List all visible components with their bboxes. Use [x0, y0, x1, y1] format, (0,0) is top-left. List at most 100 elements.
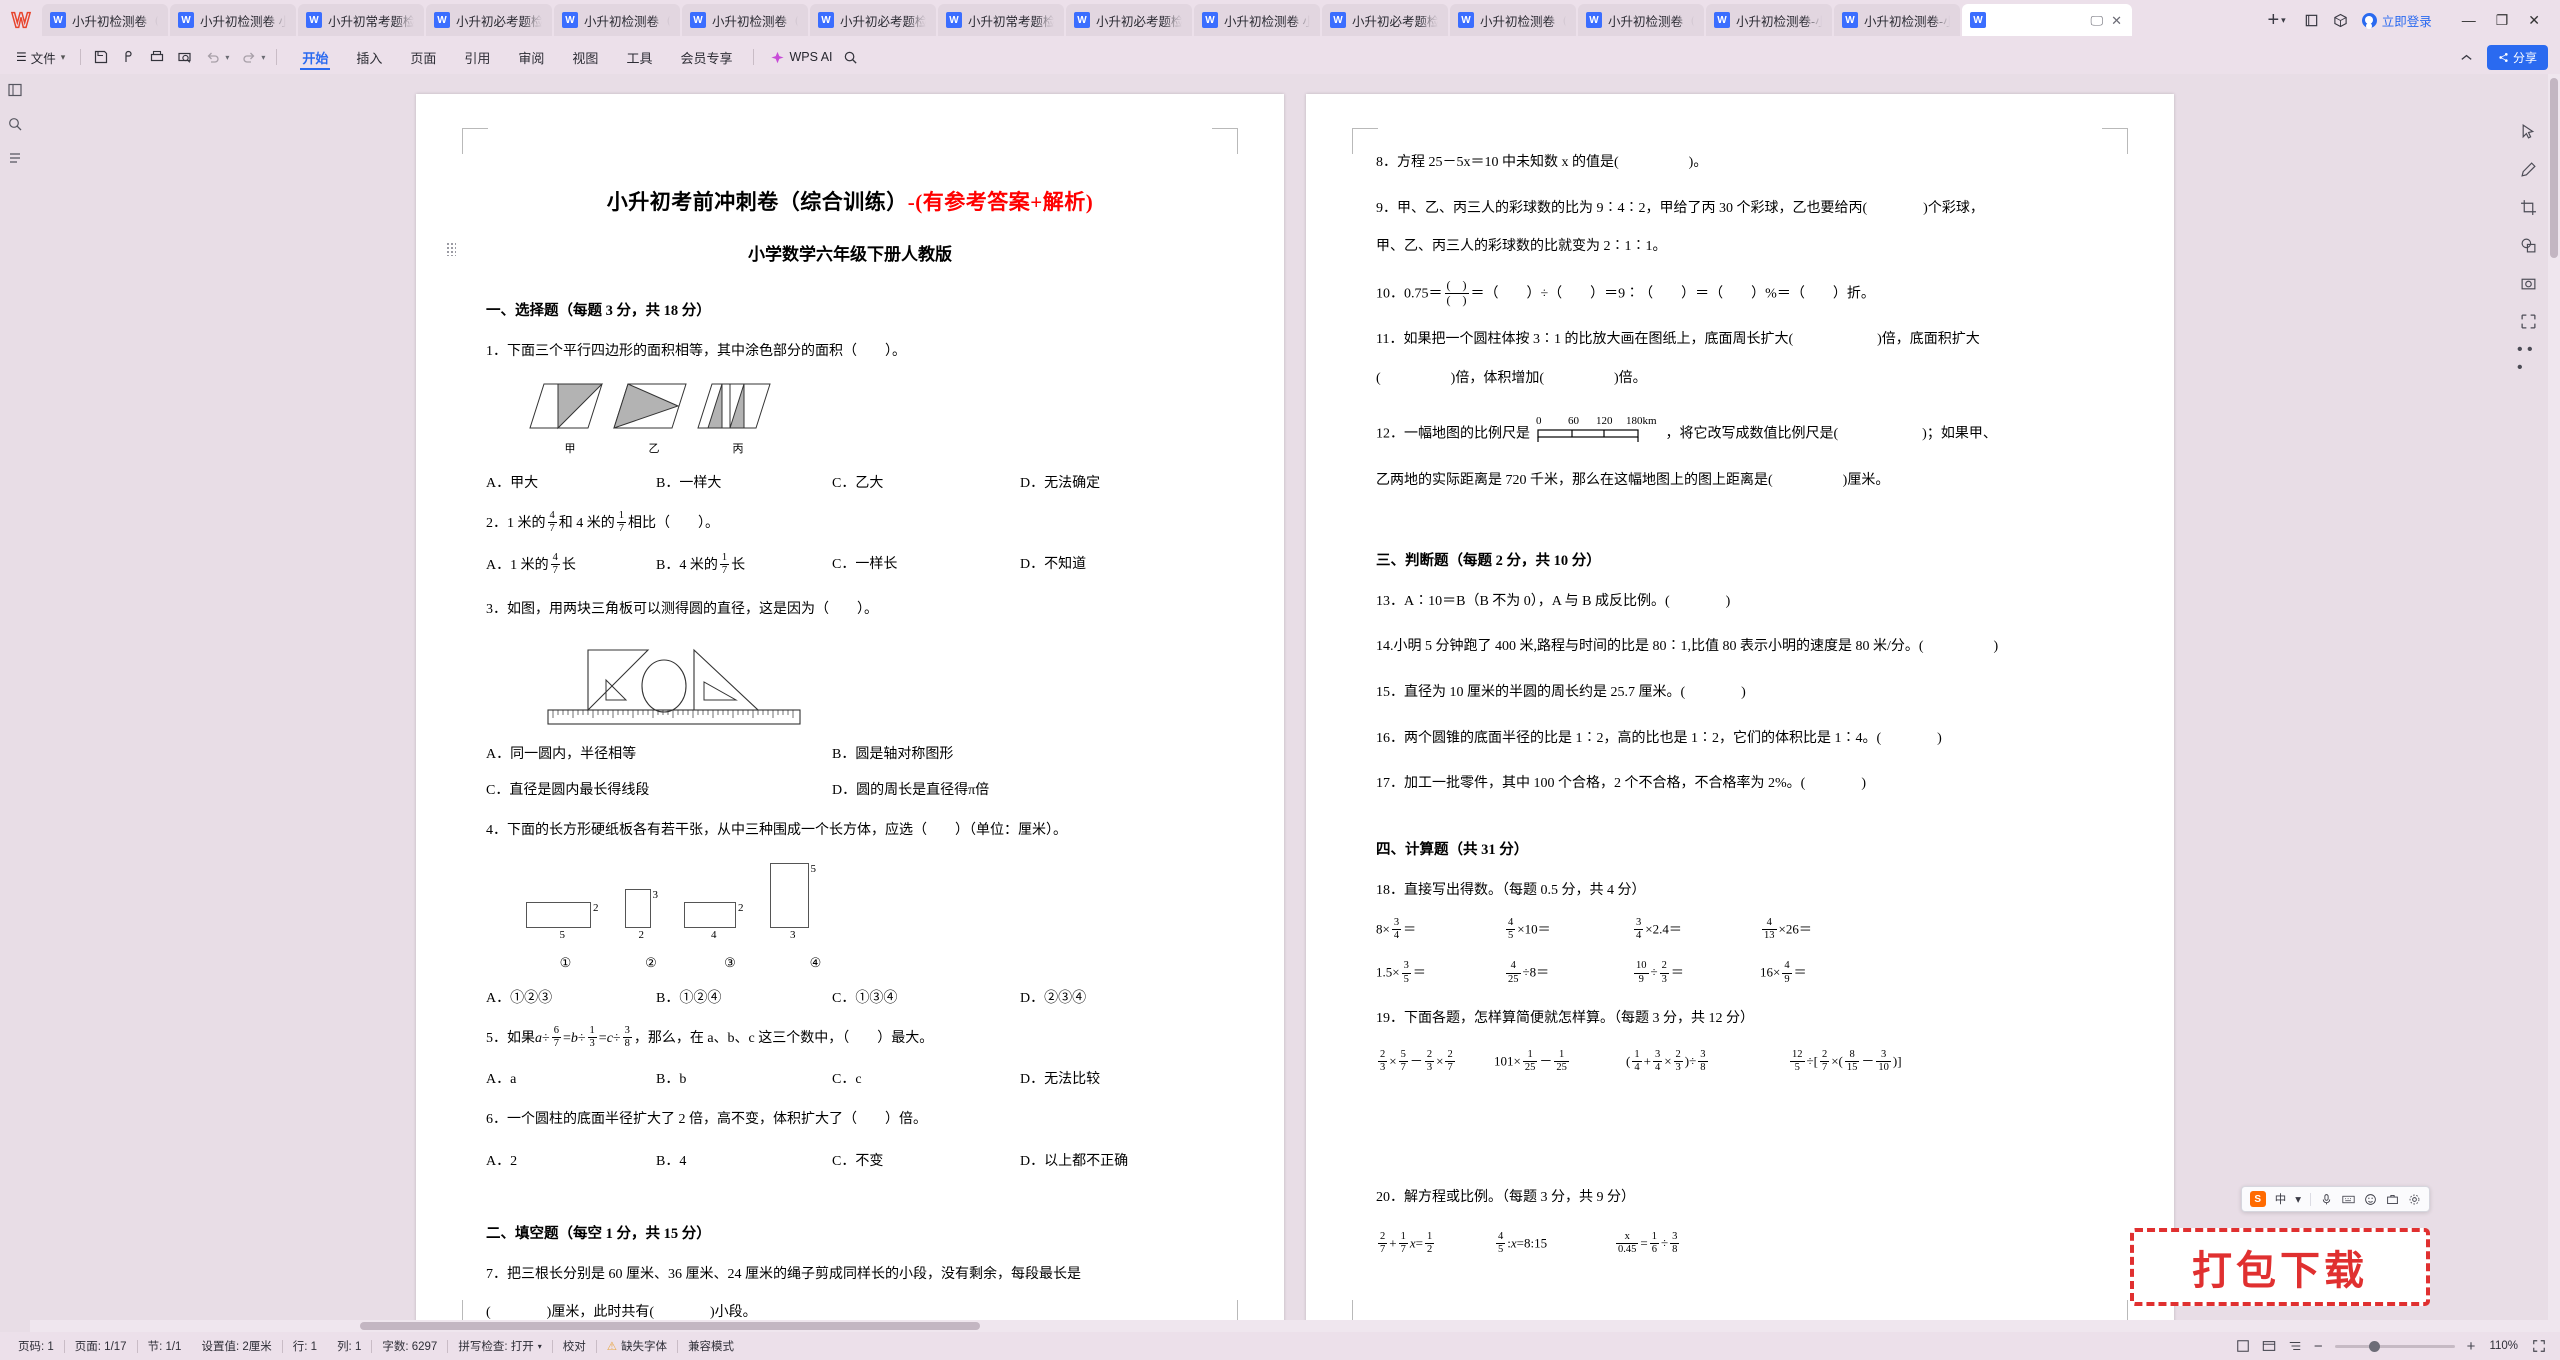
- option-c[interactable]: C．乙大: [832, 472, 1020, 492]
- document-tab[interactable]: W 🖵 ✕: [1962, 4, 2132, 36]
- tab-list-icon[interactable]: [2304, 13, 2319, 28]
- ribbon-tab-list[interactable]: 开始 插入 页面 引用 审阅 视图 工具 会员专享: [288, 42, 746, 72]
- document-tab[interactable]: W小升初检测卷（6🖵✕: [1450, 4, 1576, 36]
- document-tab[interactable]: W小升初检测卷（6🖵✕: [42, 4, 168, 36]
- status-missing-font[interactable]: ⚠ 缺失字体: [597, 1338, 677, 1354]
- option-d[interactable]: D．无法确定: [1020, 472, 1100, 492]
- ribbon-tab-2[interactable]: 页面: [396, 42, 450, 72]
- document-page-right[interactable]: 8．方程 25－5x＝10 中未知数 x 的值是( )。 9．甲、乙、丙三人的彩…: [1306, 94, 2174, 1332]
- present-icon[interactable]: 🖵: [2091, 14, 2104, 27]
- option-d[interactable]: D．不知道: [1020, 553, 1086, 578]
- document-tab[interactable]: W小升初常考题检测🖵✕: [298, 4, 424, 36]
- option-a[interactable]: A．同一圆内，半径相等: [486, 743, 832, 763]
- scrollbar-thumb[interactable]: [2550, 78, 2558, 258]
- redo-icon[interactable]: [240, 49, 257, 66]
- wps-ai-button[interactable]: WPS AI: [761, 50, 833, 64]
- close-tab-icon[interactable]: ✕: [2111, 14, 2122, 27]
- find-icon[interactable]: [5, 114, 25, 134]
- maximize-button[interactable]: ❐: [2496, 13, 2509, 27]
- ime-mode-label[interactable]: 中: [2275, 1191, 2287, 1207]
- print-preview-icon[interactable]: [176, 49, 193, 66]
- settings-icon[interactable]: [2408, 1193, 2421, 1206]
- mic-icon[interactable]: [2320, 1193, 2333, 1206]
- document-tab[interactable]: W小升初检测卷 小🖵✕: [1194, 4, 1320, 36]
- emoji-icon[interactable]: [2364, 1193, 2377, 1206]
- ribbon-tab-7[interactable]: 会员专享: [666, 42, 746, 72]
- save-icon[interactable]: [92, 49, 109, 66]
- fullscreen-icon[interactable]: [2532, 1339, 2546, 1353]
- scrollbar-thumb[interactable]: [360, 1322, 980, 1330]
- option-b[interactable]: B．一样大: [656, 472, 832, 492]
- vertical-scrollbar[interactable]: [2548, 74, 2560, 1332]
- close-button[interactable]: ✕: [2528, 13, 2540, 27]
- option-b[interactable]: B．①②④: [656, 987, 832, 1007]
- option-a[interactable]: A．①②③: [486, 987, 656, 1007]
- screenshot-icon[interactable]: [2517, 272, 2539, 294]
- toolbox-icon[interactable]: [2386, 1193, 2399, 1206]
- zoom-level-label[interactable]: 110%: [2487, 1340, 2520, 1352]
- save-as-icon[interactable]: [120, 49, 137, 66]
- option-a[interactable]: A．2: [486, 1150, 656, 1170]
- option-b[interactable]: B．b: [656, 1068, 832, 1088]
- option-d[interactable]: D．无法比较: [1020, 1068, 1100, 1088]
- share-button[interactable]: 分享: [2486, 44, 2548, 70]
- option-d[interactable]: D．圆的周长是直径得π倍: [832, 779, 989, 799]
- undo-icon[interactable]: [204, 49, 221, 66]
- keyboard-icon[interactable]: [2342, 1193, 2355, 1206]
- file-menu-button[interactable]: ☰ 文件 ▾: [8, 48, 73, 67]
- option-a[interactable]: A．甲大: [486, 472, 656, 492]
- pointer-icon[interactable]: [2517, 120, 2539, 142]
- ribbon-tab-0[interactable]: 开始: [288, 42, 342, 72]
- document-tab[interactable]: W小升初检测卷-小🖵✕: [1834, 4, 1960, 36]
- option-c[interactable]: C．c: [832, 1068, 1020, 1088]
- ribbon-tab-6[interactable]: 工具: [612, 42, 666, 72]
- redo-dropdown-icon[interactable]: ▾: [261, 53, 265, 62]
- web-view-icon[interactable]: [2262, 1339, 2276, 1353]
- pen-icon[interactable]: [2517, 158, 2539, 180]
- zoom-slider[interactable]: [2334, 1340, 2455, 1352]
- ribbon-tab-5[interactable]: 视图: [558, 42, 612, 72]
- document-tab[interactable]: W小升初必考题检测🖵✕: [1322, 4, 1448, 36]
- ribbon-tab-4[interactable]: 审阅: [504, 42, 558, 72]
- ime-chevron-icon[interactable]: ▾: [2295, 1192, 2301, 1206]
- search-icon[interactable]: [833, 50, 868, 65]
- horizontal-scrollbar[interactable]: [30, 1320, 2548, 1332]
- catalog-icon[interactable]: [5, 148, 25, 168]
- status-spellcheck[interactable]: 拼写检查: 打开 ▾: [448, 1338, 551, 1354]
- document-tab[interactable]: W小升初检测卷（6🖵✕: [1578, 4, 1704, 36]
- document-tab[interactable]: W小升初常考题检测🖵✕: [938, 4, 1064, 36]
- document-tab[interactable]: W小升初检测卷-小🖵✕: [1706, 4, 1832, 36]
- document-tab[interactable]: W小升初检测卷 小🖵✕: [170, 4, 296, 36]
- undo-dropdown-icon[interactable]: ▾: [225, 53, 229, 62]
- option-c[interactable]: C．直径是圆内最长得线段: [486, 779, 832, 799]
- zoom-in-button[interactable]: +: [2467, 1338, 2476, 1355]
- status-word-count[interactable]: 字数: 6297: [372, 1338, 447, 1354]
- option-b[interactable]: B．4 米的 1 7 长: [656, 552, 832, 578]
- option-b[interactable]: B．4: [656, 1150, 832, 1170]
- option-c[interactable]: C．不变: [832, 1150, 1020, 1170]
- option-d[interactable]: D．②③④: [1020, 987, 1086, 1007]
- status-compat-mode[interactable]: 兼容模式: [678, 1338, 744, 1354]
- option-a[interactable]: A．a: [486, 1068, 656, 1088]
- document-tab[interactable]: W小升初检测卷（6🖵✕: [554, 4, 680, 36]
- option-c[interactable]: C．一样长: [832, 553, 1020, 578]
- document-tab[interactable]: W小升初必考题检测🖵✕: [810, 4, 936, 36]
- option-d[interactable]: D．以上都不正确: [1020, 1150, 1128, 1170]
- status-proofread[interactable]: 校对: [553, 1338, 596, 1354]
- ribbon-tab-3[interactable]: 引用: [450, 42, 504, 72]
- document-tab[interactable]: W小升初必考题检测🖵✕: [1066, 4, 1192, 36]
- option-c[interactable]: C．①③④: [832, 987, 1020, 1007]
- zoom-out-button[interactable]: −: [2314, 1338, 2323, 1355]
- print-icon[interactable]: [148, 49, 165, 66]
- document-page-left[interactable]: 小升初考前冲刺卷（综合训练）-(有参考答案+解析) 小学数学六年级下册人教版 一…: [416, 94, 1284, 1332]
- page-view-icon[interactable]: [2236, 1339, 2250, 1353]
- ribbon-tab-1[interactable]: 插入: [342, 42, 396, 72]
- document-tab[interactable]: W小升初必考题检测🖵✕: [426, 4, 552, 36]
- collapse-ribbon-icon[interactable]: [2459, 49, 2475, 65]
- cube-icon[interactable]: [2333, 13, 2348, 28]
- new-tab-button[interactable]: + ▾: [2261, 10, 2291, 30]
- option-a[interactable]: A．1 米的 4 7 长: [486, 552, 656, 578]
- login-button[interactable]: 立即登录: [2361, 11, 2432, 30]
- more-icon[interactable]: • • •: [2517, 341, 2539, 376]
- ime-toolbar[interactable]: S 中 ▾: [2240, 1186, 2430, 1212]
